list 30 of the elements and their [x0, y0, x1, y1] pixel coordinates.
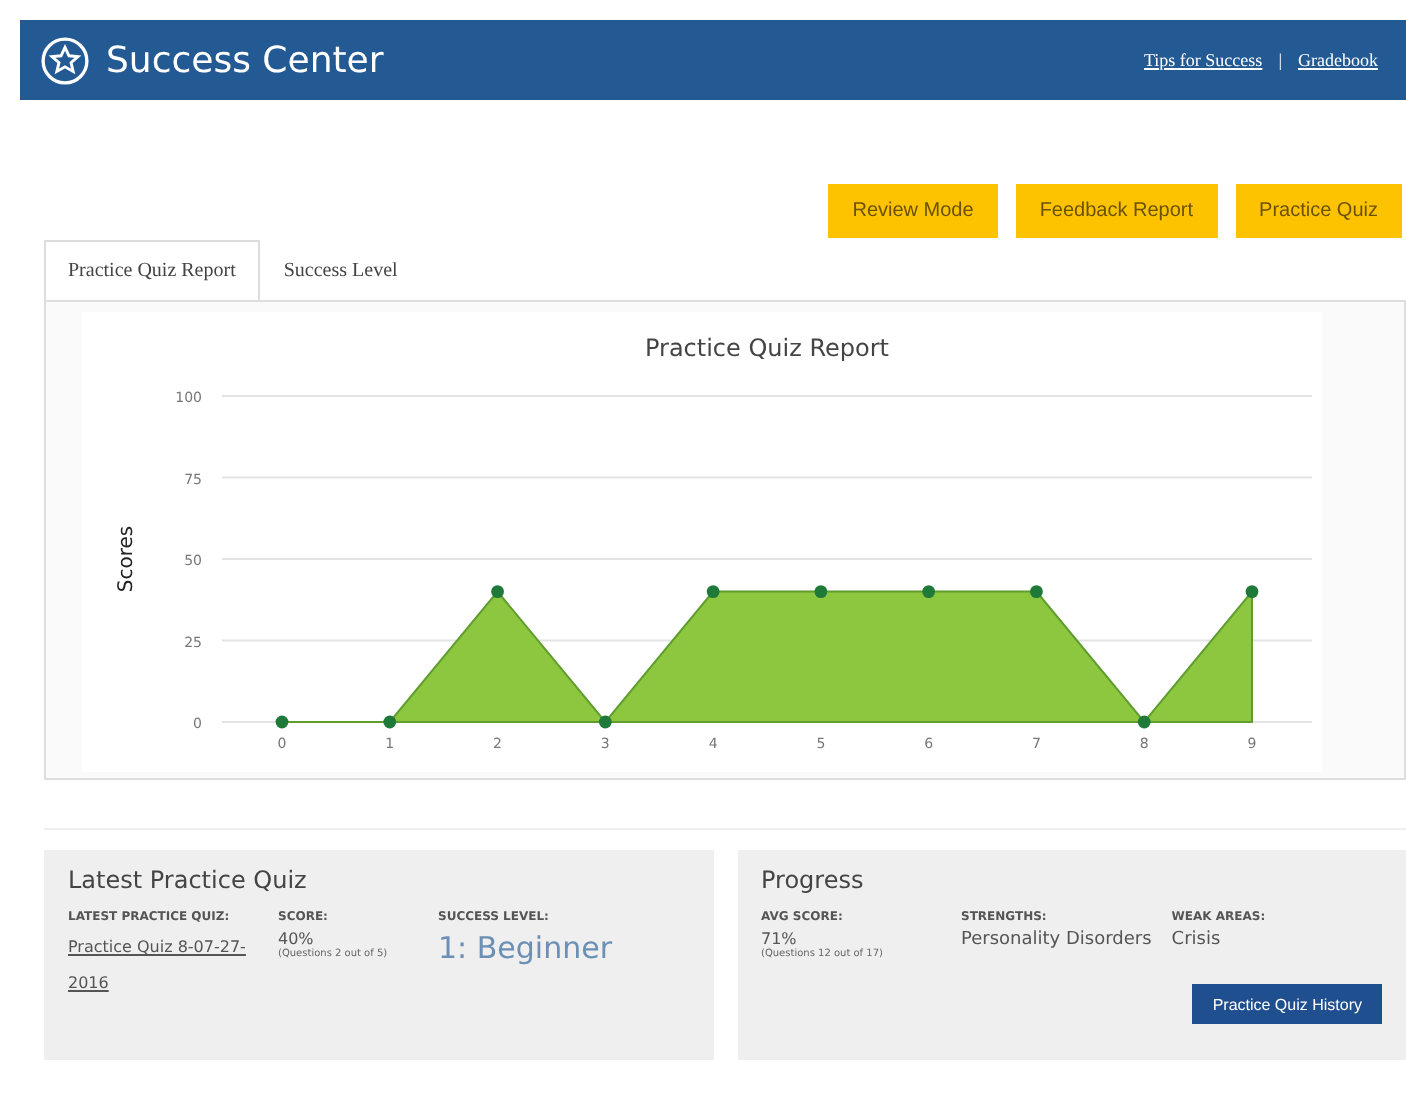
data-point — [922, 585, 936, 598]
avg-score: 71% — [761, 930, 799, 948]
action-button[interactable]: Feedback Report — [1015, 184, 1218, 238]
data-point — [598, 715, 612, 729]
app-title: Success Center — [106, 39, 386, 81]
gradebook-link[interactable]: Gradebook — [1298, 50, 1378, 70]
strengths-value: Personality Disorders — [961, 930, 1152, 950]
data-point — [1137, 715, 1151, 729]
data-point — [706, 585, 720, 598]
action-button[interactable]: Review Mode — [828, 184, 998, 238]
data-point — [814, 585, 828, 598]
panel-title: Progress — [761, 866, 866, 894]
success-level: 1: Beginner — [438, 930, 612, 966]
data-point — [275, 715, 289, 729]
action-button[interactable]: Practice Quiz — [1235, 184, 1402, 238]
y-axis-label: Scores — [116, 525, 138, 593]
data-point — [1245, 585, 1259, 598]
score-value: 40% — [278, 930, 316, 948]
quiz-link[interactable]: Practice Quiz 8-07-27-2016 — [68, 930, 258, 1001]
history-button[interactable]: Practice Quiz History — [1192, 984, 1382, 1024]
data-point — [491, 585, 504, 598]
link-separator: | — [1278, 50, 1282, 70]
weak-areas-value: Crisis — [1171, 930, 1223, 950]
chart-title: Practice Quiz Report — [644, 334, 890, 362]
tab[interactable]: Success Level — [259, 240, 422, 300]
tab[interactable]: Practice Quiz Report — [44, 240, 260, 300]
tips-link[interactable]: Tips for Success — [1144, 50, 1263, 70]
data-point — [1030, 585, 1043, 598]
panel-title: Latest Practice Quiz — [68, 866, 309, 894]
data-point — [383, 715, 397, 729]
